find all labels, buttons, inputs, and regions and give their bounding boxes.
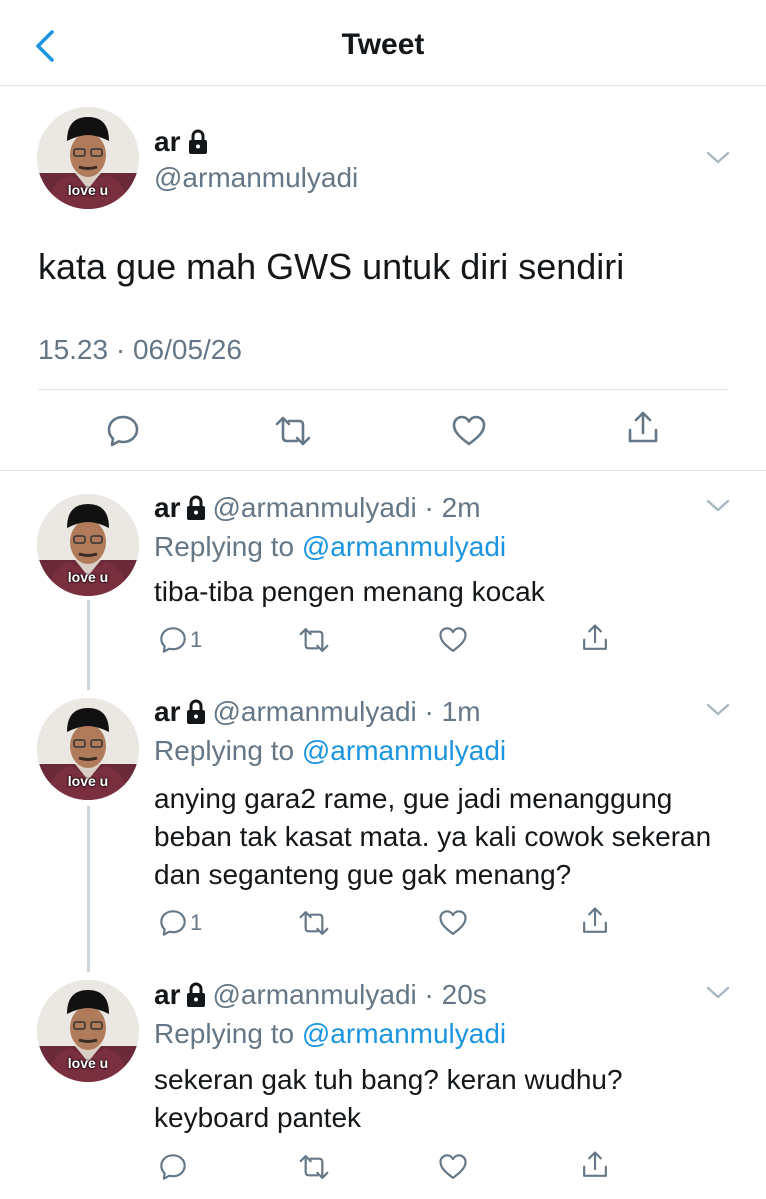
like-button[interactable] bbox=[451, 413, 487, 449]
heart-icon bbox=[438, 625, 468, 655]
heart-icon bbox=[451, 413, 487, 449]
replying-to: Replying to @armanmulyadi bbox=[154, 735, 506, 767]
tweet-text: kata gue mah GWS untuk diri sendiri bbox=[38, 246, 625, 287]
reply-icon bbox=[158, 908, 188, 938]
share-button[interactable] bbox=[580, 1150, 610, 1180]
author-name-text: ar bbox=[154, 126, 181, 157]
share-button[interactable] bbox=[625, 410, 661, 446]
divider bbox=[0, 470, 766, 471]
replying-to-label: Replying to bbox=[154, 735, 295, 766]
lock-icon bbox=[186, 495, 206, 521]
retweet-button[interactable] bbox=[297, 625, 331, 655]
avatar-caption: love u bbox=[67, 569, 109, 585]
retweet-button[interactable] bbox=[273, 413, 313, 449]
lock-icon bbox=[188, 129, 208, 155]
author-handle-time: @armanmulyadi · 1m bbox=[212, 696, 481, 727]
author-name-text: ar bbox=[154, 696, 181, 727]
author-handle[interactable]: @armanmulyadi bbox=[154, 162, 358, 194]
avatar[interactable]: love u bbox=[37, 980, 139, 1082]
reply-icon bbox=[105, 413, 141, 449]
avatar[interactable]: love u bbox=[37, 107, 139, 209]
top-bar: Tweet bbox=[0, 0, 766, 86]
chevron-down-icon[interactable] bbox=[705, 985, 731, 1001]
retweet-icon bbox=[273, 413, 313, 449]
chevron-down-icon[interactable] bbox=[705, 498, 731, 514]
chevron-down-icon[interactable] bbox=[705, 702, 731, 718]
reply-count: 1 bbox=[190, 910, 203, 935]
avatar-caption: love u bbox=[67, 182, 109, 198]
author-handle-time: @armanmulyadi · 2m bbox=[212, 492, 481, 523]
reply-author[interactable]: ar @armanmulyadi · 2m bbox=[154, 492, 481, 524]
reply-button[interactable] bbox=[158, 1152, 190, 1182]
replying-to-label: Replying to bbox=[154, 531, 295, 562]
reply-text: anying gara2 rame, gue jadi menanggung b… bbox=[154, 783, 712, 890]
thread-line bbox=[87, 600, 90, 690]
avatar[interactable]: love u bbox=[37, 494, 139, 596]
replying-to-label: Replying to bbox=[154, 1018, 295, 1049]
author-name-text: ar bbox=[154, 979, 181, 1010]
share-button[interactable] bbox=[580, 906, 610, 936]
reply-author[interactable]: ar @armanmulyadi · 20s bbox=[154, 979, 487, 1011]
lock-icon bbox=[186, 982, 206, 1008]
chevron-down-icon[interactable] bbox=[705, 150, 731, 166]
thread-line bbox=[87, 806, 90, 972]
tweet-timestamp: 15.23 · 06/05/26 bbox=[38, 334, 242, 365]
share-icon bbox=[580, 906, 610, 936]
heart-icon bbox=[438, 908, 468, 938]
author-handle-time: @armanmulyadi · 20s bbox=[212, 979, 487, 1010]
avatar-caption: love u bbox=[67, 1055, 109, 1071]
page-title: Tweet bbox=[341, 28, 425, 61]
reply-author[interactable]: ar @armanmulyadi · 1m bbox=[154, 696, 481, 728]
share-icon bbox=[625, 410, 661, 446]
reply-button[interactable] bbox=[105, 413, 141, 449]
retweet-icon bbox=[297, 625, 331, 655]
share-icon bbox=[580, 1150, 610, 1180]
reply-button[interactable]: 1 bbox=[158, 908, 202, 938]
reply-text: tiba-tiba pengen menang kocak bbox=[154, 576, 545, 607]
share-icon bbox=[580, 623, 610, 653]
lock-icon bbox=[186, 699, 206, 725]
replying-to: Replying to @armanmulyadi bbox=[154, 531, 506, 563]
share-button[interactable] bbox=[580, 623, 610, 653]
avatar[interactable]: love u bbox=[37, 698, 139, 800]
heart-icon bbox=[438, 1152, 468, 1182]
mention-link[interactable]: @armanmulyadi bbox=[302, 531, 506, 562]
retweet-icon bbox=[297, 908, 331, 938]
mention-link[interactable]: @armanmulyadi bbox=[302, 1018, 506, 1049]
retweet-button[interactable] bbox=[297, 908, 331, 938]
like-button[interactable] bbox=[438, 908, 468, 938]
like-button[interactable] bbox=[438, 1152, 468, 1182]
reply-icon bbox=[158, 625, 188, 655]
like-button[interactable] bbox=[438, 625, 468, 655]
divider bbox=[38, 389, 728, 390]
author-name[interactable]: ar bbox=[154, 126, 208, 158]
reply-text: sekeran gak tuh bang? keran wudhu? keybo… bbox=[154, 1064, 623, 1133]
replying-to: Replying to @armanmulyadi bbox=[154, 1018, 506, 1050]
reply-icon bbox=[158, 1152, 188, 1182]
reply-count: 1 bbox=[190, 627, 203, 652]
reply-button[interactable]: 1 bbox=[158, 625, 202, 655]
retweet-button[interactable] bbox=[297, 1152, 331, 1182]
retweet-icon bbox=[297, 1152, 331, 1182]
author-name-text: ar bbox=[154, 492, 181, 523]
avatar-caption: love u bbox=[67, 773, 109, 789]
mention-link[interactable]: @armanmulyadi bbox=[302, 735, 506, 766]
